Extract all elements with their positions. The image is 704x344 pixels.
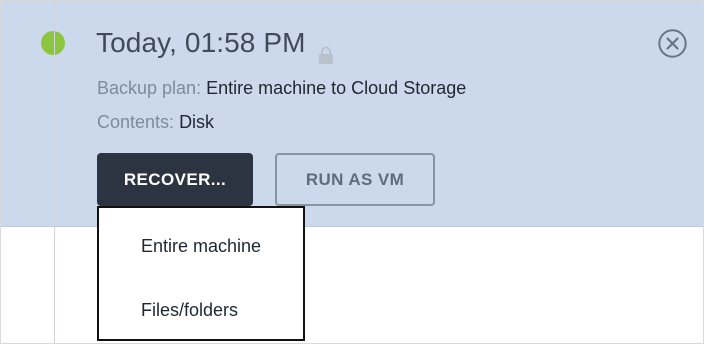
contents-label: Contents: xyxy=(97,112,175,132)
contents-row: Contents: Disk xyxy=(97,110,214,134)
timeline-line-lower xyxy=(54,1,55,343)
menu-item-files-folders[interactable]: Files/folders xyxy=(141,298,238,322)
menu-item-entire-machine[interactable]: Entire machine xyxy=(141,234,261,258)
backup-plan-value: Entire machine to Cloud Storage xyxy=(206,78,467,98)
backup-plan-row: Backup plan: Entire machine to Cloud Sto… xyxy=(97,76,466,100)
lock-icon xyxy=(318,36,334,64)
status-dot xyxy=(41,31,65,55)
backup-plan-label: Backup plan: xyxy=(97,78,202,98)
close-icon[interactable] xyxy=(657,28,688,59)
backup-entry-panel: Today, 01:58 PM Backup plan: Entire mach… xyxy=(1,1,703,227)
recover-dropdown-menu: Entire machine Files/folders xyxy=(97,206,305,341)
backup-time: Today, 01:58 PM xyxy=(96,27,306,58)
backup-title: Today, 01:58 PM xyxy=(96,24,334,64)
run-as-vm-button[interactable]: RUN AS VM xyxy=(275,153,435,206)
recover-button[interactable]: RECOVER... xyxy=(97,153,253,206)
contents-value: Disk xyxy=(179,112,215,132)
backup-card: Today, 01:58 PM Backup plan: Entire mach… xyxy=(0,0,704,344)
